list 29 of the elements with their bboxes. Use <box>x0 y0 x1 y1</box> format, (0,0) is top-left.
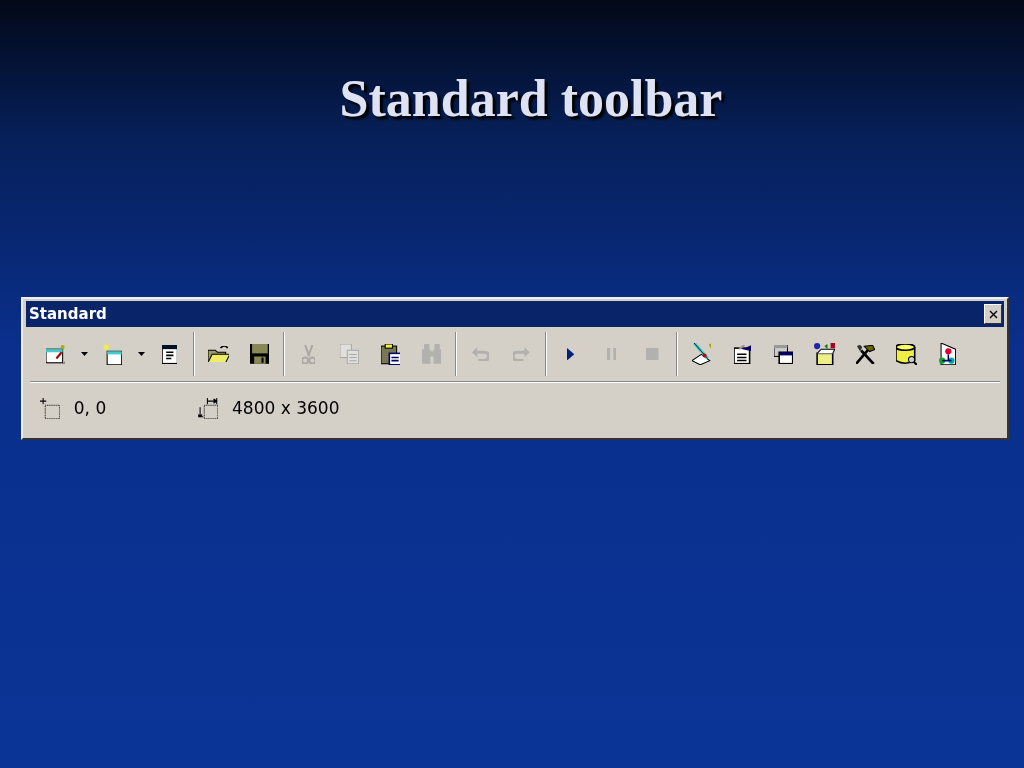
document-properties-icon <box>733 344 752 364</box>
open-folder-icon <box>207 345 230 363</box>
play-icon <box>566 347 575 361</box>
close-button[interactable] <box>984 304 1002 325</box>
redo-arrow-icon <box>513 347 530 361</box>
caret-icon <box>80 352 88 357</box>
stop-icon <box>646 347 659 361</box>
close-icon <box>988 309 998 319</box>
database-magnifier-icon <box>896 343 917 365</box>
molecule-page-icon <box>939 343 956 366</box>
undo-arrow-icon <box>472 347 489 361</box>
clipboard-icon <box>380 343 401 365</box>
scissors-icon <box>301 344 316 364</box>
binoculars-icon <box>421 344 442 365</box>
window-title: Standard <box>29 305 107 324</box>
caret-icon <box>137 352 145 357</box>
menu-list-icon <box>161 344 178 364</box>
overlapping-windows-icon <box>774 344 793 364</box>
slide-title: Standard toolbar <box>339 70 723 128</box>
two-pages-icon <box>340 344 359 365</box>
size-readout: 4800 x 3600 <box>232 398 340 419</box>
size-icon <box>198 397 219 419</box>
form-icon <box>45 344 66 364</box>
position-readout: 0, 0 <box>73 398 107 419</box>
pen-drawing-icon <box>691 343 712 366</box>
toolbox-icon <box>813 343 836 366</box>
hammer-wrench-icon <box>856 344 875 364</box>
position-icon <box>40 397 60 419</box>
pause-icon <box>606 347 617 361</box>
